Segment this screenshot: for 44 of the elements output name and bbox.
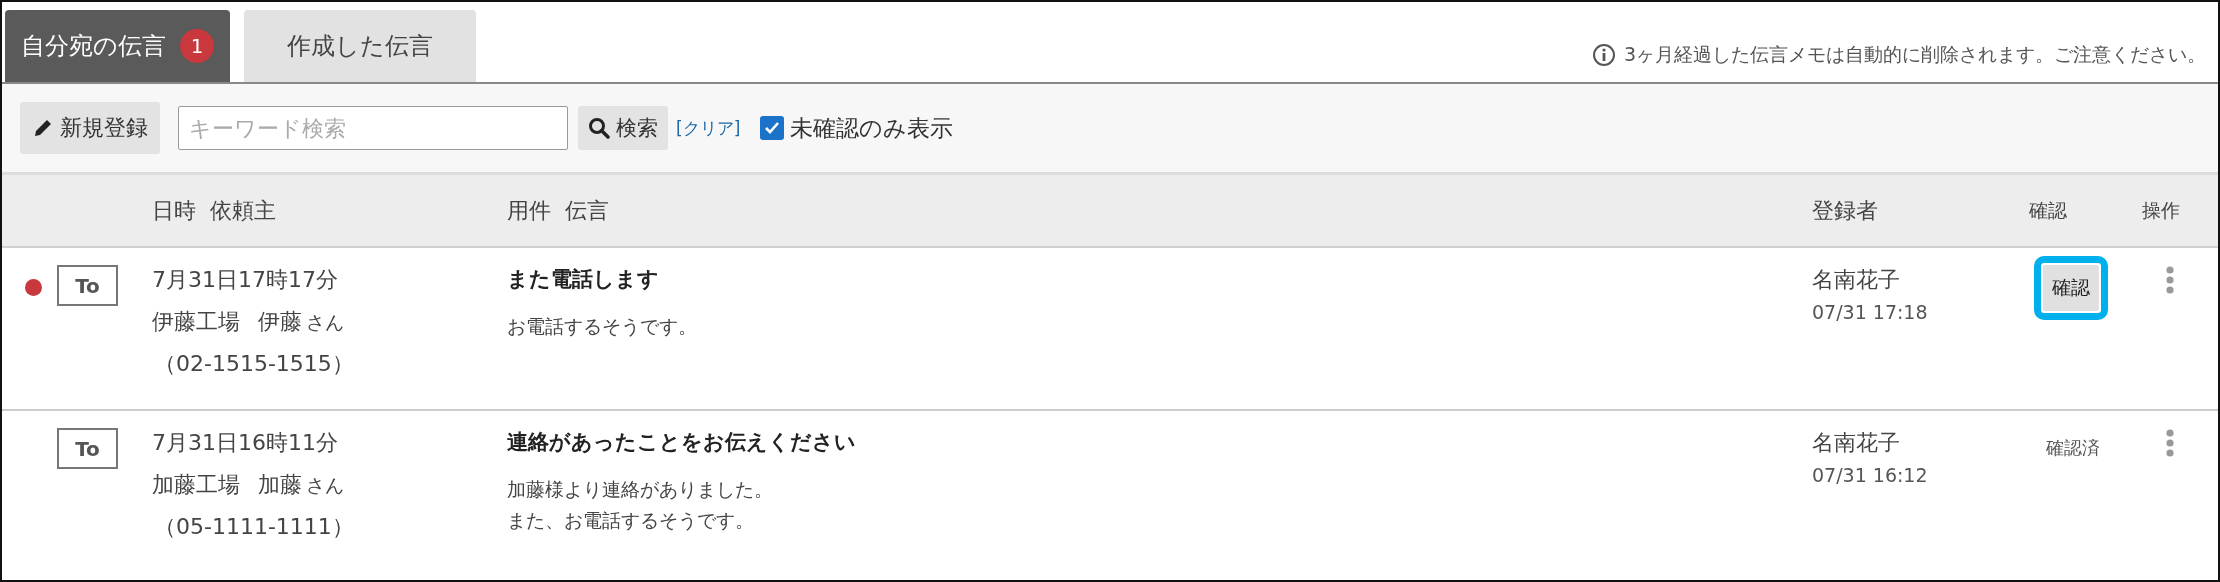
message-body: お電話するそうです。 (507, 314, 698, 339)
column-header: 伝言 (565, 196, 609, 225)
registered-time: 07/31 16:12 (1812, 464, 1929, 486)
message-subject: また電話します (507, 266, 660, 293)
phone-number: （05-1111-1111） (153, 513, 355, 541)
person-name: 加藤 (258, 471, 302, 499)
phone-number: （02-1515-1515） (153, 350, 355, 378)
clear-link[interactable]: [クリア] (676, 116, 741, 140)
date-time: 7月31日17時17分 (152, 266, 339, 294)
to-label: To (57, 428, 118, 469)
company-name: 加藤工場 (152, 471, 240, 499)
notice-text: 3ヶ月経過した伝言メモは自動的に削除されます。ご注意ください。 (1623, 42, 2206, 67)
registrant-name: 名南花子 (1812, 429, 1901, 457)
column-header: 確認 (2028, 197, 2067, 223)
registrant-name: 名南花子 (1812, 266, 1901, 294)
tab[interactable]: 作成した伝言 (244, 10, 476, 82)
unconfirmed-only-checkbox[interactable] (760, 116, 785, 140)
message-body: 加藤様より連絡がありました。 また、お電話するそうです。 (507, 477, 774, 533)
honorific: さん (306, 310, 344, 335)
column-header: 操作 (2142, 197, 2181, 223)
message-subject: 連絡があったことをお伝えください (507, 429, 857, 456)
confirm-button[interactable]: 確認 (2043, 265, 2099, 311)
info-icon (1591, 43, 1616, 67)
person-name: 伊藤 (258, 308, 302, 336)
confirmed-status: 確認済 (2045, 436, 2101, 460)
pencil-icon (32, 117, 54, 139)
column-header: 用件 (507, 196, 551, 225)
tab[interactable]: 自分宛の伝言 1 (5, 10, 230, 82)
to-label: To (57, 265, 118, 306)
count-badge: 1 (180, 29, 214, 63)
checkbox-label: 未確認のみ表示 (790, 113, 954, 143)
date-time: 7月31日16時11分 (152, 429, 339, 457)
kebab-menu-icon[interactable] (2166, 266, 2174, 294)
column-header: 登録者 (1812, 196, 1879, 225)
search-button[interactable]: 検索 (578, 106, 668, 150)
column-header: 依頼主 (210, 196, 276, 225)
new-entry-button[interactable]: 新規登録 (20, 102, 160, 154)
honorific: さん (306, 473, 344, 498)
search-icon (588, 117, 610, 139)
kebab-menu-icon[interactable] (2166, 429, 2174, 457)
company-name: 伊藤工場 (152, 308, 240, 336)
registered-time: 07/31 17:18 (1812, 301, 1929, 323)
keyword-search-field[interactable]: キーワード検索 (178, 106, 568, 150)
column-header: 日時 (152, 196, 196, 225)
